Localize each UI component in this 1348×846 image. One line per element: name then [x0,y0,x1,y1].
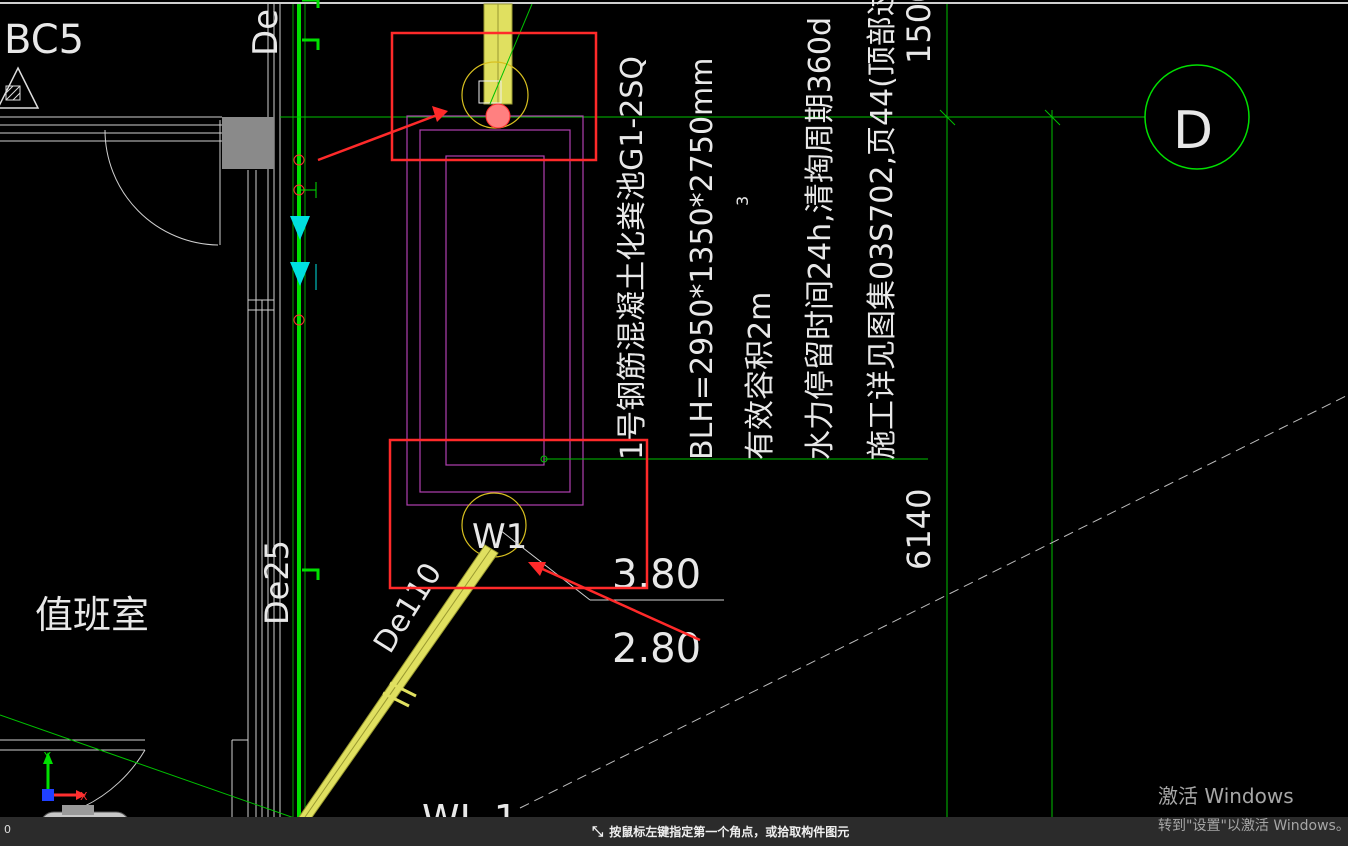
label-bc5: BC5 [4,17,84,63]
label-dim-6140: 6140 [900,489,938,570]
command-prompt-text: 按鼠标左键指定第一个角点，或拾取构件图元 [609,825,850,839]
ucs-x-label: X [80,790,88,803]
tank-note-5: 施工详见图集03S702,页44(顶部过车) [865,0,900,460]
cad-drawing-canvas[interactable]: BC5 值班室 De De25 D 1500 6140 W1 De110 3.8… [0,0,1348,846]
label-manhole-w1: W1 [472,517,527,557]
label-duty-room: 值班室 [35,593,149,637]
watermark-subtitle: 转到"设置"以激活 Windows。 [1158,818,1348,834]
windows-activation-watermark: 激活 Windows 转到"设置"以激活 Windows。 [1158,780,1348,835]
tank-note-3-superscript: 3 [733,196,752,206]
tank-note-2: BLH=2950*1350*2750mm [685,58,720,460]
tank-note-3: 有效容积2m [743,292,778,460]
label-dim-1500: 1500 [900,0,938,64]
structural-column [222,117,274,169]
command-prompt: ⤡ 按鼠标左键指定第一个角点，或拾取构件图元 [592,823,849,840]
watermark-title: 激活 Windows [1158,784,1294,808]
label-pipe-de25: De25 [258,540,296,625]
label-axis-d: D [1173,101,1213,161]
tank-note-4: 水力停留时间24h,清掏周期360d [803,17,838,460]
select-corner-icon: ⤡ [592,823,604,840]
label-elevation-top: 3.80 [612,552,701,598]
status-bar: 0 ⤡ 按鼠标左键指定第一个角点，或拾取构件图元 [0,817,1348,846]
ucs-y-label: Y [43,750,51,763]
label-elevation-bottom: 2.80 [612,626,701,672]
label-pipe-de-top: De [246,9,286,56]
tank-note-1: 1号钢筋混凝土化粪池G1-2SQ [615,56,650,460]
status-layer-label: 0 [4,823,11,836]
